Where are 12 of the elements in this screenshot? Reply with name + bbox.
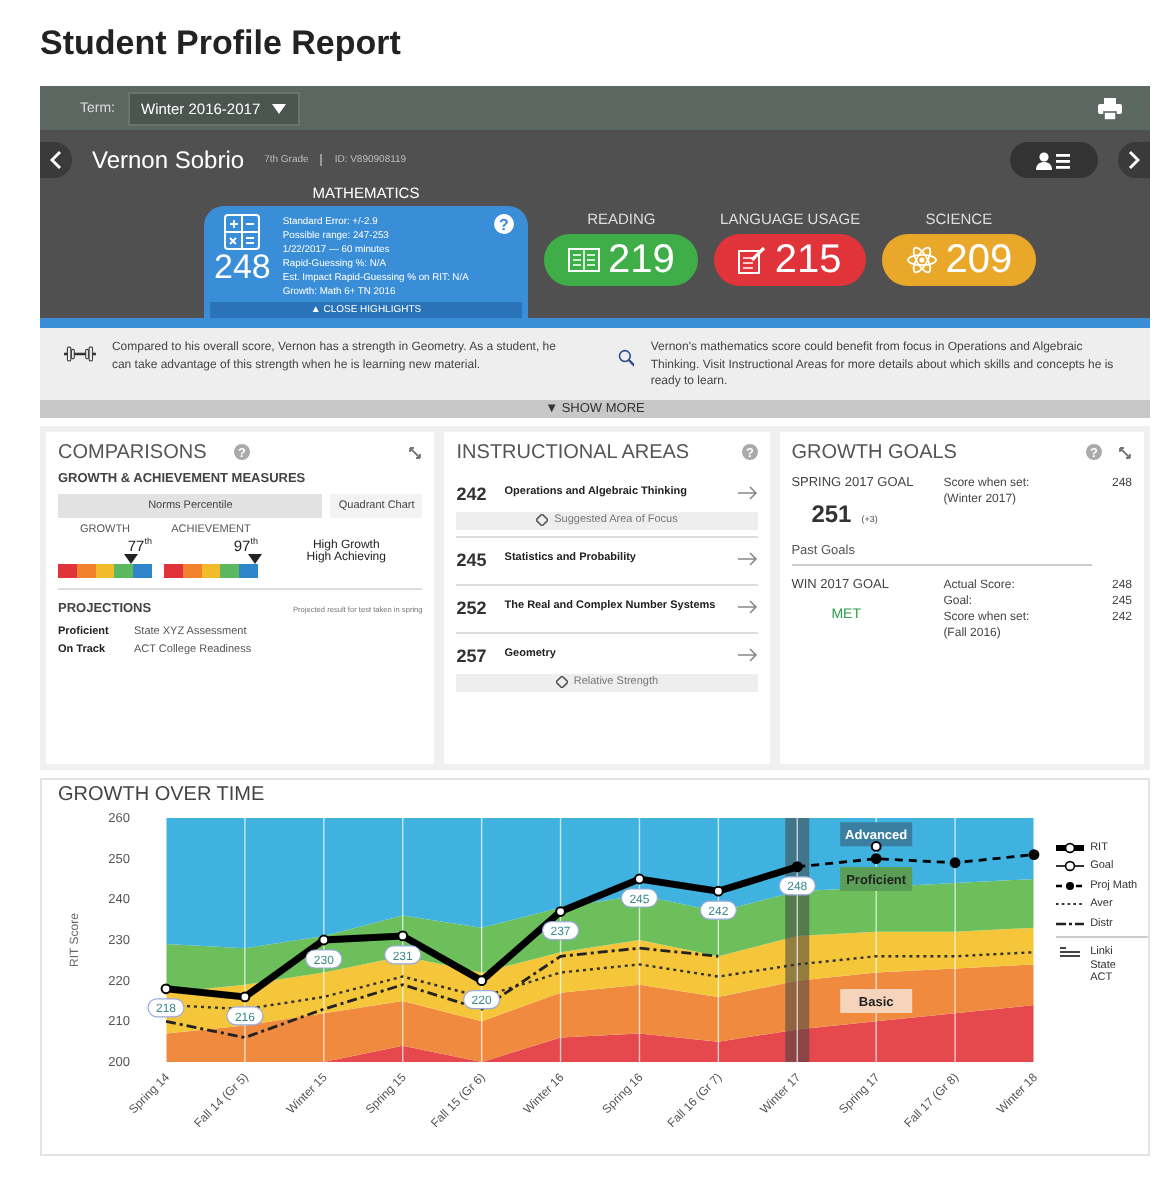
area-score: 252 — [456, 597, 489, 617]
student-name: Vernon Sobrio — [92, 146, 245, 174]
card-title: COMPARISONS — [58, 441, 207, 463]
math-score: 248 — [214, 250, 271, 286]
goal-score: 251 — [811, 499, 852, 527]
area-score: 257 — [456, 645, 489, 665]
card-title: GROWTH GOALS — [791, 441, 957, 463]
page-title: Student Profile Report — [38, 22, 403, 66]
card-title: GROWTH OVER TIME — [58, 783, 267, 805]
area-score: 245 — [456, 549, 489, 569]
area-score: 242 — [456, 483, 489, 503]
card-title: INSTRUCTIONAL AREAS — [456, 441, 690, 463]
